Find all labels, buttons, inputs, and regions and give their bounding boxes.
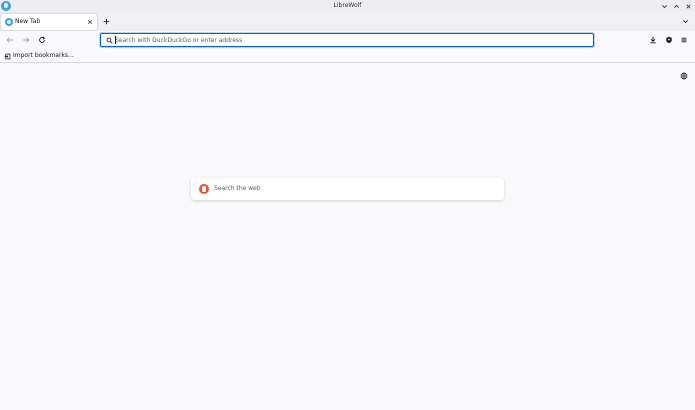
maximize-button[interactable] bbox=[672, 2, 681, 11]
tab-close-button[interactable] bbox=[86, 18, 94, 26]
window-title: LibreWolf bbox=[333, 2, 362, 9]
import-bookmarks-label: Import bookmarks... bbox=[13, 52, 74, 59]
back-button[interactable] bbox=[4, 34, 16, 46]
bookmarks-toolbar: Import bookmarks... bbox=[0, 49, 695, 63]
gear-icon bbox=[680, 72, 688, 80]
chevron-down-icon bbox=[683, 20, 688, 24]
search-icon bbox=[105, 36, 113, 44]
arrow-left-icon bbox=[6, 37, 13, 43]
app-menu-button[interactable] bbox=[678, 34, 690, 46]
librewolf-icon bbox=[5, 18, 13, 26]
hamburger-menu-icon bbox=[681, 37, 687, 43]
duckduckgo-icon bbox=[199, 184, 209, 194]
navigation-toolbar bbox=[0, 31, 695, 49]
address-bar[interactable] bbox=[100, 33, 594, 47]
new-tab-button[interactable] bbox=[101, 16, 112, 27]
chevron-down-icon bbox=[662, 4, 667, 8]
ublock-button[interactable] bbox=[663, 34, 675, 46]
download-icon bbox=[650, 36, 656, 44]
new-tab-page: Search the web bbox=[0, 63, 695, 410]
window-titlebar: LibreWolf bbox=[0, 0, 695, 12]
text-caret bbox=[115, 36, 116, 44]
list-all-tabs-button[interactable] bbox=[680, 16, 691, 27]
url-input[interactable] bbox=[115, 34, 585, 46]
close-window-button[interactable] bbox=[684, 2, 693, 11]
import-icon bbox=[4, 53, 11, 59]
web-search-input[interactable]: Search the web bbox=[214, 178, 261, 200]
tab-new-tab[interactable]: New Tab bbox=[1, 14, 97, 30]
close-icon bbox=[686, 3, 691, 9]
forward-button[interactable] bbox=[20, 34, 32, 46]
personalize-settings-button[interactable] bbox=[679, 71, 689, 81]
chevron-up-icon bbox=[674, 4, 679, 8]
close-icon bbox=[87, 19, 93, 25]
web-search-box[interactable]: Search the web bbox=[191, 178, 504, 200]
arrow-right-icon bbox=[23, 37, 30, 43]
reload-button[interactable] bbox=[36, 34, 48, 46]
import-bookmarks-button[interactable]: Import bookmarks... bbox=[4, 51, 74, 61]
reload-icon bbox=[39, 36, 46, 43]
tab-strip: New Tab bbox=[0, 12, 695, 31]
downloads-button[interactable] bbox=[647, 34, 659, 46]
minimize-button[interactable] bbox=[660, 2, 669, 11]
shield-icon bbox=[666, 36, 672, 44]
window-controls bbox=[660, 0, 693, 12]
tab-label: New Tab bbox=[15, 18, 41, 25]
plus-icon bbox=[103, 18, 110, 25]
